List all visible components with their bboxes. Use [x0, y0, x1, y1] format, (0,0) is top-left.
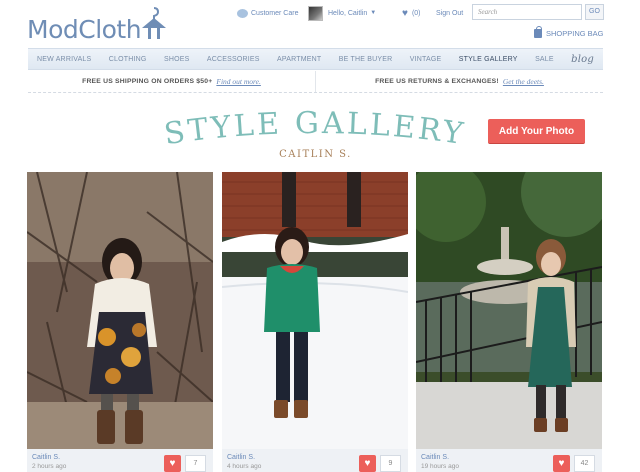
promo-bar: FREE US SHIPPING ON ORDERS $50+ Find out…	[28, 71, 603, 93]
add-your-photo-button[interactable]: Add Your Photo	[488, 119, 585, 144]
page-title: STYLE GALLERY	[162, 106, 468, 150]
nav-item-vintage[interactable]: VINTAGE	[410, 56, 442, 63]
nav-item-accessories[interactable]: ACCESSORIES	[207, 56, 260, 63]
gallery-card: Caitlin S. 4 hours ago ♥ 9	[222, 172, 408, 472]
modcloth-logo[interactable]: ModCloth	[27, 7, 166, 44]
like-count: 9	[380, 455, 401, 472]
nav-item-new-arrivals[interactable]: NEW ARRIVALS	[37, 56, 91, 63]
shopping-bag-label: SHOPPING BAG	[546, 28, 604, 38]
heart-icon[interactable]: ♥	[359, 455, 376, 472]
uploader-name[interactable]: Caitlin S.	[421, 454, 449, 461]
nav-item-shoes[interactable]: SHOES	[164, 56, 190, 63]
like-count: 42	[574, 455, 595, 472]
greeting-label: Hello, Caitlin	[328, 9, 368, 17]
favorites-count: (0)	[411, 9, 421, 17]
hanger-icon	[142, 7, 166, 39]
sign-out-label: Sign Out	[436, 9, 464, 17]
promo-shipping-text: FREE US SHIPPING ON ORDERS $50+	[82, 78, 213, 85]
search-input[interactable]: Search	[472, 4, 582, 20]
nav-item-be-the-buyer[interactable]: BE THE BUYER	[339, 56, 393, 63]
caret-down-icon: ▼	[370, 10, 377, 16]
gallery-card: Caitlin S. 19 hours ago ♥ 42	[416, 172, 602, 472]
uploader-name[interactable]: Caitlin S.	[32, 454, 60, 461]
favorites-link[interactable]: ♥ (0)	[402, 5, 421, 21]
nav-item-sale[interactable]: SALE	[535, 56, 554, 63]
card-caption: Caitlin S. 19 hours ago ♥ 42	[416, 449, 602, 472]
shopping-bag-icon	[534, 25, 542, 38]
gallery-card: Caitlin S. 2 hours ago ♥ 7	[27, 172, 213, 472]
nav-item-apartment[interactable]: APARTMENT	[277, 56, 321, 63]
outfit-photo[interactable]	[416, 172, 602, 449]
heart-icon: ♥	[402, 7, 408, 19]
promo-shipping-link[interactable]: Find out more.	[216, 77, 261, 86]
customer-care-link[interactable]: Customer Care	[237, 5, 298, 21]
shopping-bag-link[interactable]: SHOPPING BAG	[534, 25, 604, 39]
nav-item-clothing[interactable]: CLOTHING	[109, 56, 147, 63]
promo-returns-link[interactable]: Get the deets.	[503, 77, 544, 86]
outfit-photo[interactable]	[222, 172, 408, 449]
heart-icon[interactable]: ♥	[164, 455, 181, 472]
nav-item-style-gallery[interactable]: STYLE GALLERY	[459, 56, 518, 63]
logo-text: ModCloth	[27, 15, 142, 44]
avatar	[308, 5, 323, 21]
main-nav: NEW ARRIVALS CLOTHING SHOES ACCESSORIES …	[28, 48, 603, 70]
promo-returns-text: FREE US RETURNS & EXCHANGES!	[375, 78, 499, 85]
promo-shipping: FREE US SHIPPING ON ORDERS $50+ Find out…	[28, 71, 315, 92]
account-menu[interactable]: Hello, Caitlin ▼	[308, 5, 376, 21]
svg-text:STYLE GALLERY: STYLE GALLERY	[162, 106, 468, 150]
outfit-photo[interactable]	[27, 172, 213, 449]
sign-out-link[interactable]: Sign Out	[436, 5, 463, 21]
uploader-name[interactable]: Caitlin S.	[227, 454, 255, 461]
chat-bubble-icon	[237, 8, 248, 18]
heart-icon[interactable]: ♥	[553, 455, 570, 472]
customer-care-label: Customer Care	[251, 9, 299, 17]
upload-time: 2 hours ago	[32, 463, 67, 470]
upload-time: 19 hours ago	[421, 463, 459, 470]
card-caption: Caitlin S. 4 hours ago ♥ 9	[222, 449, 408, 472]
like-count: 7	[185, 455, 206, 472]
promo-returns: FREE US RETURNS & EXCHANGES! Get the dee…	[315, 71, 603, 92]
nav-item-blog[interactable]: blog	[571, 54, 594, 65]
search-go-button[interactable]: GO	[585, 4, 604, 20]
page-subtitle: CAITLIN S.	[279, 149, 352, 160]
upload-time: 4 hours ago	[227, 463, 262, 470]
card-caption: Caitlin S. 2 hours ago ♥ 7	[27, 449, 213, 472]
